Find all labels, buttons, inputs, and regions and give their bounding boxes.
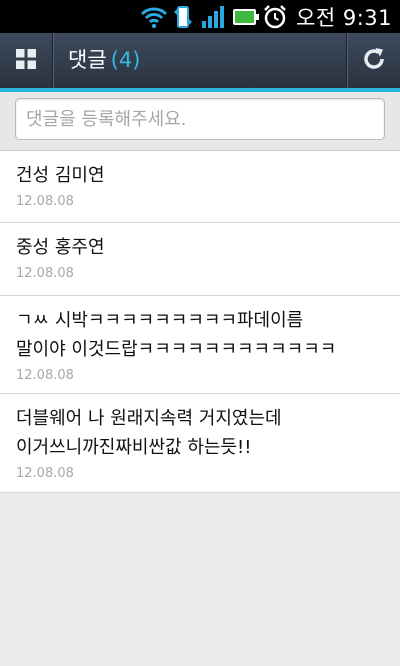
comment-date: 12.08.08 (16, 466, 74, 481)
comment-input-area (0, 92, 400, 151)
comment-item[interactable]: 건성 김미연 12.08.08 (0, 151, 400, 223)
wifi-icon (140, 5, 168, 29)
comment-item[interactable]: ㄱㅆ 시박ㅋㅋㅋㅋㅋㅋㅋㅋㅋ파데이름 말이야 이것드랍ㅋㅋㅋㅋㅋㅋㅋㅋㅋㅋㅋㅋ … (0, 296, 400, 394)
menu-button[interactable] (0, 33, 53, 88)
grid-icon (15, 48, 37, 74)
page-title: 댓글 (4) (68, 33, 140, 88)
comment-text: 더블웨어 나 원래지속력 거지였는데 이거쓰니까진짜비싼값 하는듯!! (16, 408, 282, 458)
comment-list: 건성 김미연 12.08.08 중성 홍주연 12.08.08 ㄱㅆ 시박ㅋㅋㅋ… (0, 151, 400, 493)
refresh-button[interactable] (346, 33, 400, 88)
comment-input[interactable] (15, 98, 385, 140)
comment-date: 12.08.08 (16, 368, 74, 383)
comment-text: 중성 홍주연 (16, 237, 105, 258)
signal-icon (200, 4, 228, 30)
comment-text: 건성 김미연 (16, 165, 105, 186)
status-icons: 오전 9:31 (140, 0, 400, 33)
header-bar: 댓글 (4) (0, 33, 400, 92)
refresh-icon (361, 46, 387, 76)
comment-item[interactable]: 중성 홍주연 12.08.08 (0, 223, 400, 296)
data-transfer-icon (172, 4, 194, 30)
comment-item[interactable]: 더블웨어 나 원래지속력 거지였는데 이거쓰니까진짜비싼값 하는듯!! 12.0… (0, 394, 400, 493)
comment-text: ㄱㅆ 시박ㅋㅋㅋㅋㅋㅋㅋㅋㅋ파데이름 말이야 이것드랍ㅋㅋㅋㅋㅋㅋㅋㅋㅋㅋㅋㅋ (16, 310, 337, 360)
comment-date: 12.08.08 (16, 194, 74, 209)
comment-date: 12.08.08 (16, 266, 74, 281)
battery-icon (232, 5, 260, 29)
status-time: 오전 9:31 (296, 5, 392, 30)
comment-count: (4) (110, 48, 141, 72)
status-bar: 오전 9:31 (0, 0, 400, 33)
page-title-text: 댓글 (68, 48, 107, 72)
alarm-icon (262, 4, 288, 30)
